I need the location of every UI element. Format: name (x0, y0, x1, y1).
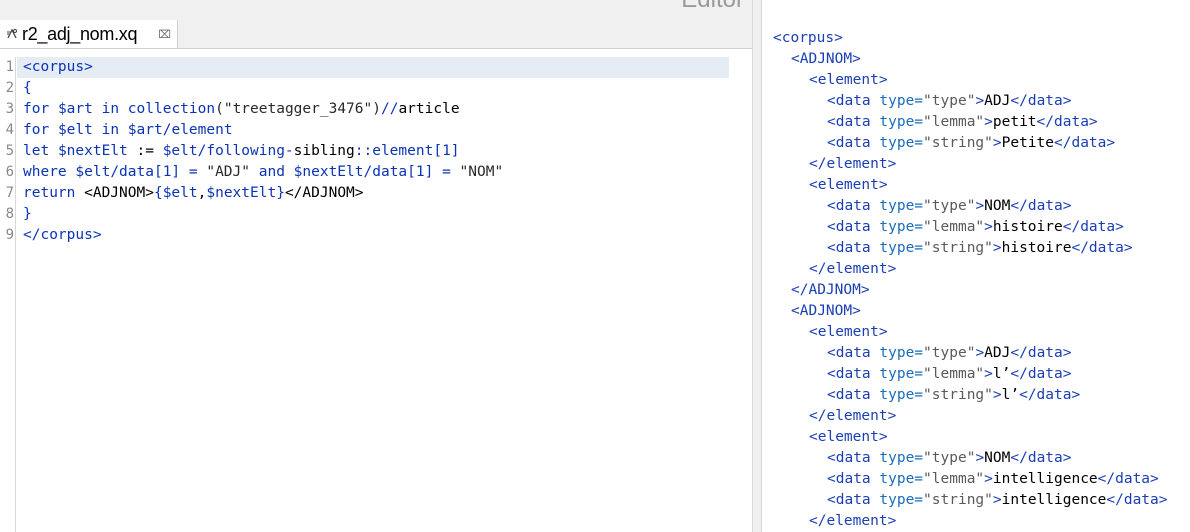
code-line-5: let $nextElt := $elt/following-sibling::… (23, 143, 460, 159)
xml-element-open: <element> (809, 177, 888, 193)
query-editor-pane: Editor r2_adj_nom.xq ⌧ 1 2 3 4 5 6 7 8 (0, 0, 752, 532)
xml-element-close: </element> (809, 408, 897, 424)
xml-data-row: <data type="string">Petite</data> (827, 135, 1116, 151)
code-line-9: </corpus> (23, 227, 102, 243)
file-tab-r2-adj-nom[interactable]: r2_adj_nom.xq ⌧ (0, 20, 178, 48)
xml-adjnom-close: </ADJNOM> (791, 282, 870, 298)
view-header: Editor (0, 0, 752, 20)
xml-element-open: <element> (809, 72, 888, 88)
xml-element-close: </element> (809, 513, 897, 529)
xml-data-row: <data type="type">NOM</data> (827, 450, 1072, 466)
code-line-1: <corpus> (23, 59, 93, 75)
xml-data-row: <data type="type">ADJ</data> (827, 93, 1072, 109)
line-number: 3 (5, 101, 14, 117)
code-line-3: for $art in collection("treetagger_3476"… (23, 101, 460, 117)
view-title: Editor (681, 0, 744, 14)
xquery-file-icon (5, 27, 19, 41)
code-editor[interactable]: 1 2 3 4 5 6 7 8 9 <corpus> { for $art in… (0, 57, 752, 532)
xml-element-open: <element> (809, 324, 888, 340)
xml-element-close: </element> (809, 156, 897, 172)
xml-data-row: <data type="string">histoire</data> (827, 240, 1133, 256)
xml-data-row: <data type="string">l’</data> (827, 387, 1081, 403)
code-line-2: { (23, 80, 32, 96)
result-pane: <corpus> <ADJNOM> <element> <data type="… (762, 0, 1190, 532)
line-number: 9 (5, 227, 14, 243)
xml-adjnom-open: <ADJNOM> (791, 303, 861, 319)
xml-data-row: <data type="lemma">histoire</data> (827, 219, 1124, 235)
xml-element-open: <element> (809, 429, 888, 445)
xml-corpus-open: <corpus> (773, 30, 843, 46)
xml-data-row: <data type="lemma">intelligence</data> (827, 471, 1159, 487)
line-number: 6 (5, 164, 14, 180)
line-number-gutter: 1 2 3 4 5 6 7 8 9 (0, 57, 16, 532)
code-line-6: where $elt/data[1] = "ADJ" and $nextElt/… (23, 164, 504, 180)
current-line-highlight (17, 57, 729, 78)
close-tab-icon[interactable]: ⌧ (158, 28, 171, 41)
code-line-7: return <ADJNOM>{$elt,$nextElt}</ADJNOM> (23, 185, 364, 201)
tab-label: r2_adj_nom.xq (22, 23, 138, 44)
line-number: 2 (5, 80, 14, 96)
xml-data-row: <data type="lemma">petit</data> (827, 114, 1098, 130)
line-number: 7 (5, 185, 14, 201)
line-number: 5 (5, 143, 14, 159)
xml-adjnom-open: <ADJNOM> (791, 51, 861, 67)
code-line-4: for $elt in $art/element (23, 122, 233, 138)
xml-data-row: <data type="type">ADJ</data> (827, 345, 1072, 361)
xml-data-row: <data type="lemma">l’</data> (827, 366, 1072, 382)
line-number: 8 (5, 206, 14, 222)
code-line-8: } (23, 206, 32, 222)
xml-element-close: </element> (809, 261, 897, 277)
line-number: 4 (5, 122, 14, 138)
pane-splitter[interactable] (752, 0, 762, 532)
editor-tab-bar: r2_adj_nom.xq ⌧ (0, 20, 752, 49)
line-number: 1 (5, 59, 14, 75)
xml-data-row: <data type="type">NOM</data> (827, 198, 1072, 214)
xml-data-row: <data type="string">intelligence</data> (827, 492, 1168, 508)
